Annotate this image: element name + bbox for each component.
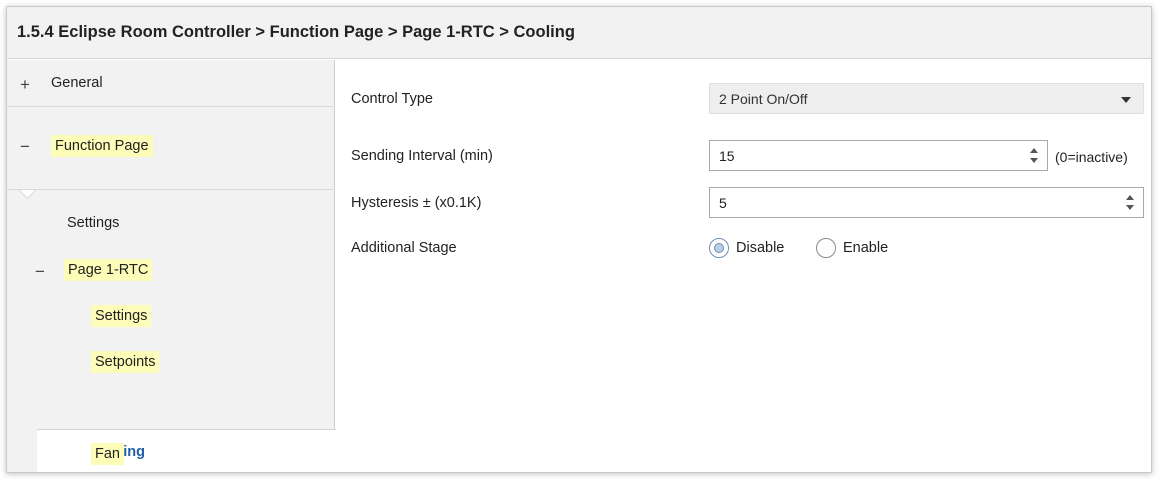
sending-interval-value: 15 [719, 148, 735, 164]
title-bar: 1.5.4 Eclipse Room Controller > Function… [7, 7, 1151, 59]
sidebar-item-label: Page 1-RTC [64, 259, 153, 281]
radio-disable[interactable]: Disable [709, 236, 809, 260]
control-type-label: Control Type [351, 91, 433, 107]
spinner-arrows-icon[interactable] [1125, 194, 1135, 212]
radio-unchecked-icon[interactable] [816, 238, 836, 258]
sidebar-item-page1-settings[interactable]: Settings [7, 293, 335, 340]
sending-interval-input[interactable]: 15 [709, 140, 1048, 171]
sidebar-item-label: Fan [91, 443, 124, 465]
expand-icon[interactable]: + [18, 76, 32, 93]
sidebar-item-label: General [51, 75, 103, 91]
radio-enable[interactable]: Enable [816, 236, 916, 260]
sidebar-item-page1-fan[interactable]: Fan [7, 431, 335, 472]
radio-label: Disable [736, 240, 785, 256]
sidebar-item-label: Function Page [51, 135, 153, 157]
arrow-up-icon[interactable] [1030, 148, 1038, 153]
sidebar-item-label: Settings [67, 215, 120, 231]
additional-stage-label: Additional Stage [351, 240, 457, 256]
sidebar-item-settings[interactable]: Settings [7, 200, 335, 247]
parameter-panel: Control Type 2 Point On/Off Sending Inte… [336, 60, 1151, 472]
sending-interval-label: Sending Interval (min) [351, 148, 493, 164]
sidebar-item-function-page[interactable]: − Function Page [7, 107, 335, 190]
spinner-arrows-icon[interactable] [1029, 147, 1039, 165]
app-window: 1.5.4 Eclipse Room Controller > Function… [6, 6, 1152, 473]
sidebar-item-page1-rtc[interactable]: − Page 1-RTC [7, 247, 335, 294]
chevron-down-icon [1121, 97, 1131, 103]
breadcrumb: 1.5.4 Eclipse Room Controller > Function… [17, 23, 575, 41]
sidebar-item-label: Setpoints [91, 351, 160, 373]
arrow-up-icon[interactable] [1126, 195, 1134, 200]
hysteresis-value: 5 [719, 195, 727, 211]
sending-interval-hint: (0=inactive) [1055, 149, 1128, 165]
hysteresis-label: Hysteresis ± (x0.1K) [351, 195, 482, 211]
arrow-down-icon[interactable] [1126, 205, 1134, 210]
collapse-icon[interactable]: − [18, 138, 32, 155]
sidebar-item-page1-setpoints[interactable]: Setpoints [7, 339, 335, 386]
collapse-icon[interactable]: − [33, 263, 47, 280]
sidebar-item-general[interactable]: + General [7, 60, 335, 107]
sidebar-item-label: Settings [91, 305, 152, 327]
hysteresis-input[interactable]: 5 [709, 187, 1144, 218]
control-type-dropdown[interactable]: 2 Point On/Off [709, 83, 1144, 114]
control-type-value: 2 Point On/Off [719, 91, 808, 107]
radio-label: Enable [843, 240, 889, 256]
arrow-down-icon[interactable] [1030, 158, 1038, 163]
radio-checked-icon[interactable] [709, 238, 729, 258]
sidebar: + General − Function Page Settings − Pag… [7, 60, 336, 472]
